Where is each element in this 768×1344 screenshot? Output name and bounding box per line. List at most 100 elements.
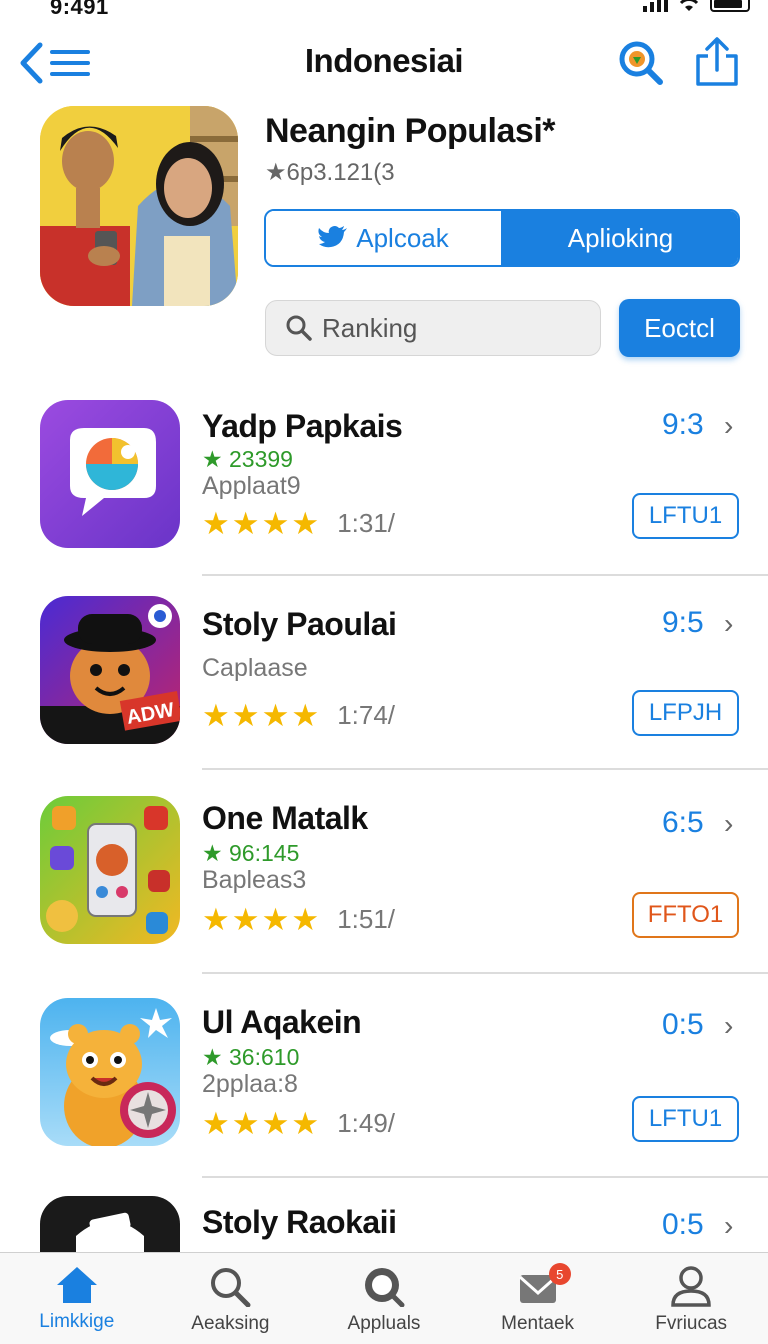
app-tag-button[interactable]: FFTO1 [632, 892, 739, 938]
star-icon: ★ [231, 698, 260, 733]
app-tag-button[interactable]: LFPJH [632, 690, 739, 736]
wifi-icon [679, 0, 699, 11]
phone-apps-icon [46, 806, 170, 934]
tab-mail[interactable]: 5 Mentaek [461, 1253, 615, 1344]
tab-label: Fvriucas [655, 1313, 728, 1334]
status-bar: 9:491 [0, 0, 768, 22]
hero-image[interactable] [40, 106, 238, 306]
star-icon: ★ [261, 1106, 290, 1141]
search-icon [211, 1268, 251, 1307]
tab-profile[interactable]: Fvriucas [614, 1253, 768, 1344]
star-icon: ★ [231, 506, 260, 541]
app-name: Stoly Paoulai [202, 606, 397, 642]
app-name: Ul Aqakein [202, 1004, 362, 1040]
app-tag-button[interactable]: LFTU1 [632, 493, 739, 539]
status-icons [643, 0, 750, 12]
divider [202, 574, 768, 576]
search-input[interactable] [322, 312, 582, 344]
action-button[interactable]: Eoctcl [619, 299, 740, 357]
segment-right-button[interactable]: Aplioking [503, 211, 738, 265]
star-icon: ★ [291, 506, 320, 541]
app-rating: 1:49/ [337, 1108, 396, 1138]
ghost-character-icon [76, 1212, 144, 1252]
character-icon: ADW [40, 604, 180, 744]
app-subtitle: Bapleas3 [202, 866, 307, 894]
star-rating: ★ ★ ★ ★ 1:51/ [202, 904, 395, 935]
tab-home[interactable]: Limkkige [0, 1253, 154, 1344]
bear-mascot-icon [50, 1008, 176, 1146]
people-photo [40, 106, 238, 306]
app-icon [40, 796, 180, 944]
app-subtitle: Caplaase [202, 654, 308, 682]
star-rating: ★ ★ ★ ★ 1:49/ [202, 1108, 395, 1139]
chat-bubble-icon [70, 428, 156, 516]
chevron-right-icon: › [724, 608, 734, 639]
app-name: Stoly Raokaii [202, 1204, 397, 1240]
app-name: Yadp Papkais [202, 408, 403, 444]
app-icon [40, 400, 180, 548]
segment-right-label: Aplioking [567, 222, 674, 253]
tab-label: Aeaksing [191, 1313, 270, 1334]
divider [202, 972, 768, 974]
app-time: 6:5 [662, 806, 704, 839]
app-rating: 1:51/ [337, 904, 396, 934]
star-icon: ★ [261, 698, 290, 733]
app-count: ★ 96:145 [202, 840, 300, 866]
app-count: ★ 23399 [202, 446, 293, 472]
hero-rating: ★6p3.121(3 [265, 159, 395, 186]
app-time: 0:5 [662, 1208, 704, 1241]
app-subtitle: 2pplaa:8 [202, 1070, 298, 1098]
segment-left-label: Aplcoak [356, 222, 449, 253]
app-name: One Matalk [202, 800, 368, 836]
search-field[interactable] [265, 300, 601, 356]
segment-left-button[interactable]: Aplcoak [266, 211, 503, 265]
notification-badge: 5 [548, 1263, 571, 1285]
divider [202, 1176, 768, 1178]
hero-title: Neangin Populasi* [265, 112, 556, 150]
chevron-right-icon: › [724, 410, 734, 441]
share-icon[interactable] [694, 36, 740, 88]
app-count: ★ 36:610 [202, 1044, 300, 1070]
app-time: 9:3 [662, 408, 704, 441]
star-icon: ★ [231, 1106, 260, 1141]
star-icon: ★ [202, 506, 230, 541]
battery-icon [710, 0, 750, 12]
app-rating: 1:74/ [337, 700, 396, 730]
chevron-right-icon: › [724, 808, 734, 839]
star-icon: ★ [231, 902, 260, 937]
app-icon [40, 998, 180, 1146]
magnifier-icon [286, 315, 312, 341]
chevron-right-icon: › [724, 1210, 734, 1241]
list-item[interactable]: Stoly Raokaii 0:5 › [0, 1196, 768, 1252]
star-icon: ★ [291, 698, 320, 733]
tab-label: Mentaek [501, 1313, 575, 1334]
star-icon: ★ [202, 902, 230, 937]
tab-search[interactable]: Aeaksing [154, 1253, 308, 1344]
app-time: 9:5 [662, 606, 704, 639]
star-icon: ★ [261, 506, 290, 541]
app-icon: ADW [40, 596, 180, 744]
bird-icon [318, 226, 348, 248]
app-icon [40, 1196, 180, 1252]
star-rating: ★ ★ ★ ★ 1:74/ [202, 700, 395, 731]
home-icon [56, 1267, 97, 1303]
star-icon: ★ [291, 1106, 320, 1141]
tab-apps[interactable]: Appluals [307, 1253, 461, 1344]
tab-label: Limkkige [39, 1311, 115, 1332]
segmented-control: Aplcoak Aplioking [264, 209, 740, 267]
status-time: 9:491 [50, 0, 109, 19]
chevron-right-icon: › [724, 1010, 734, 1041]
star-icon: ★ [202, 698, 230, 733]
search-icon[interactable] [616, 38, 666, 88]
star-icon: ★ [261, 902, 290, 937]
tab-bar: Limkkige Aeaksing Appluals 5 Mentaek Fvr… [0, 1252, 768, 1344]
tab-label: Appluals [347, 1313, 421, 1334]
app-tag-button[interactable]: LFTU1 [632, 1096, 739, 1142]
nav-bar: Indonesiai [0, 28, 768, 98]
app-time: 0:5 [662, 1008, 704, 1041]
app-subtitle: Applaat9 [202, 472, 301, 500]
star-icon: ★ [202, 1106, 230, 1141]
person-icon [671, 1266, 711, 1307]
star-rating: ★ ★ ★ ★ 1:31/ [202, 508, 395, 539]
apps-search-icon [364, 1268, 405, 1307]
